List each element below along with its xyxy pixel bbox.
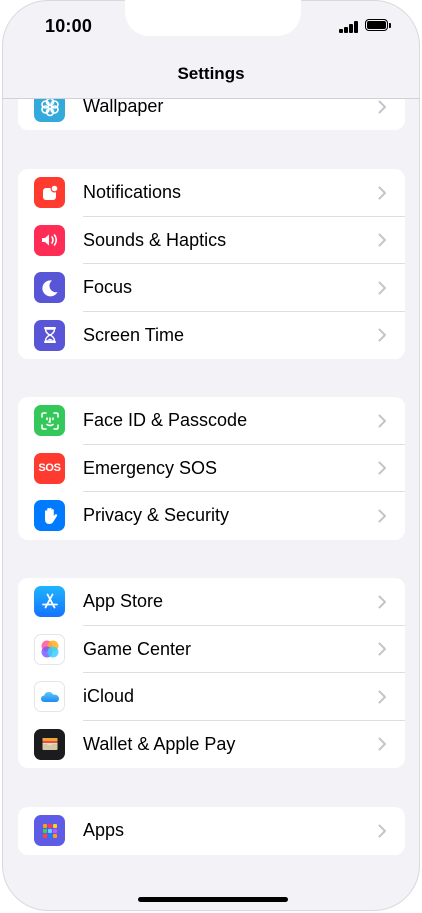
- chevron-right-icon: [378, 233, 386, 247]
- chevron-right-icon: [378, 690, 386, 704]
- chevron-right-icon: [378, 328, 386, 342]
- chevron-right-icon: [378, 461, 386, 475]
- sos-icon-text: SOS: [38, 462, 61, 475]
- row-label: Game Center: [83, 638, 192, 659]
- battery-icon: [365, 19, 391, 33]
- home-indicator[interactable]: [138, 897, 288, 902]
- page-title: Settings: [177, 64, 245, 83]
- settings-group-display: Wallpaper: [18, 99, 405, 130]
- settings-row-wallpaper[interactable]: Wallpaper: [18, 99, 405, 130]
- face-id-icon: [34, 405, 65, 437]
- row-label: App Store: [83, 591, 164, 612]
- cellular-signal-icon: [339, 20, 359, 33]
- chevron-right-icon: [378, 595, 386, 609]
- chevron-right-icon: [378, 281, 386, 295]
- dynamic-notch: [125, 0, 301, 36]
- game-center-icon: [34, 633, 65, 665]
- row-label: Emergency SOS: [83, 457, 218, 478]
- settings-row-privacy-security[interactable]: Privacy & Security: [18, 492, 405, 540]
- hourglass-icon: [34, 319, 65, 351]
- settings-row-face-id[interactable]: Face ID & Passcode: [18, 397, 405, 445]
- row-label: Wallpaper: [83, 99, 164, 116]
- settings-row-icloud[interactable]: iCloud: [18, 673, 405, 721]
- hand-icon: [34, 500, 65, 532]
- settings-row-apps[interactable]: Apps: [18, 807, 405, 855]
- chevron-right-icon: [378, 100, 386, 113]
- row-label: Sounds & Haptics: [83, 229, 227, 250]
- app-store-icon: [34, 586, 65, 618]
- settings-row-sounds-haptics[interactable]: Sounds & Haptics: [18, 217, 405, 264]
- wallpaper-icon: [34, 99, 65, 122]
- chevron-right-icon: [378, 642, 386, 656]
- apps-icon: [34, 815, 65, 847]
- settings-row-screen-time[interactable]: Screen Time: [18, 312, 405, 360]
- row-label: Privacy & Security: [83, 505, 230, 526]
- sos-icon: SOS: [34, 452, 65, 484]
- settings-group-apps: Apps: [18, 807, 405, 855]
- row-label: Screen Time: [83, 324, 185, 345]
- row-label: Wallet & Apple Pay: [83, 733, 236, 754]
- settings-row-emergency-sos[interactable]: SOS Emergency SOS: [18, 445, 405, 492]
- settings-row-notifications[interactable]: Notifications: [18, 169, 405, 217]
- row-label: Apps: [83, 820, 125, 841]
- chevron-right-icon: [378, 509, 386, 523]
- settings-row-app-store[interactable]: App Store: [18, 578, 405, 626]
- moon-icon: [34, 272, 65, 304]
- phone-screen: 10:00 Settings Wallpaper Notifications S…: [2, 0, 420, 911]
- settings-row-game-center[interactable]: Game Center: [18, 626, 405, 673]
- settings-group-notifications: Notifications Sounds & Haptics Focus Scr…: [18, 169, 405, 359]
- settings-row-focus[interactable]: Focus: [18, 264, 405, 312]
- settings-list[interactable]: Wallpaper Notifications Sounds & Haptics…: [2, 99, 420, 911]
- chevron-right-icon: [378, 186, 386, 200]
- notifications-icon: [34, 177, 65, 209]
- status-time: 10:00: [45, 16, 93, 36]
- row-label: Notifications: [83, 182, 182, 203]
- row-label: Focus: [83, 277, 133, 298]
- chevron-right-icon: [378, 414, 386, 428]
- chevron-right-icon: [378, 737, 386, 751]
- settings-group-apps-services: App Store Game Center iCloud Wallet & Ap…: [18, 578, 405, 768]
- settings-row-wallet[interactable]: Wallet & Apple Pay: [18, 721, 405, 769]
- settings-group-security: Face ID & Passcode SOS Emergency SOS Pri…: [18, 397, 405, 540]
- row-label: Face ID & Passcode: [83, 410, 248, 431]
- speaker-icon: [34, 224, 65, 256]
- wallet-icon: [34, 728, 65, 760]
- icloud-icon: [34, 681, 65, 713]
- row-label: iCloud: [83, 686, 135, 707]
- chevron-right-icon: [378, 824, 386, 838]
